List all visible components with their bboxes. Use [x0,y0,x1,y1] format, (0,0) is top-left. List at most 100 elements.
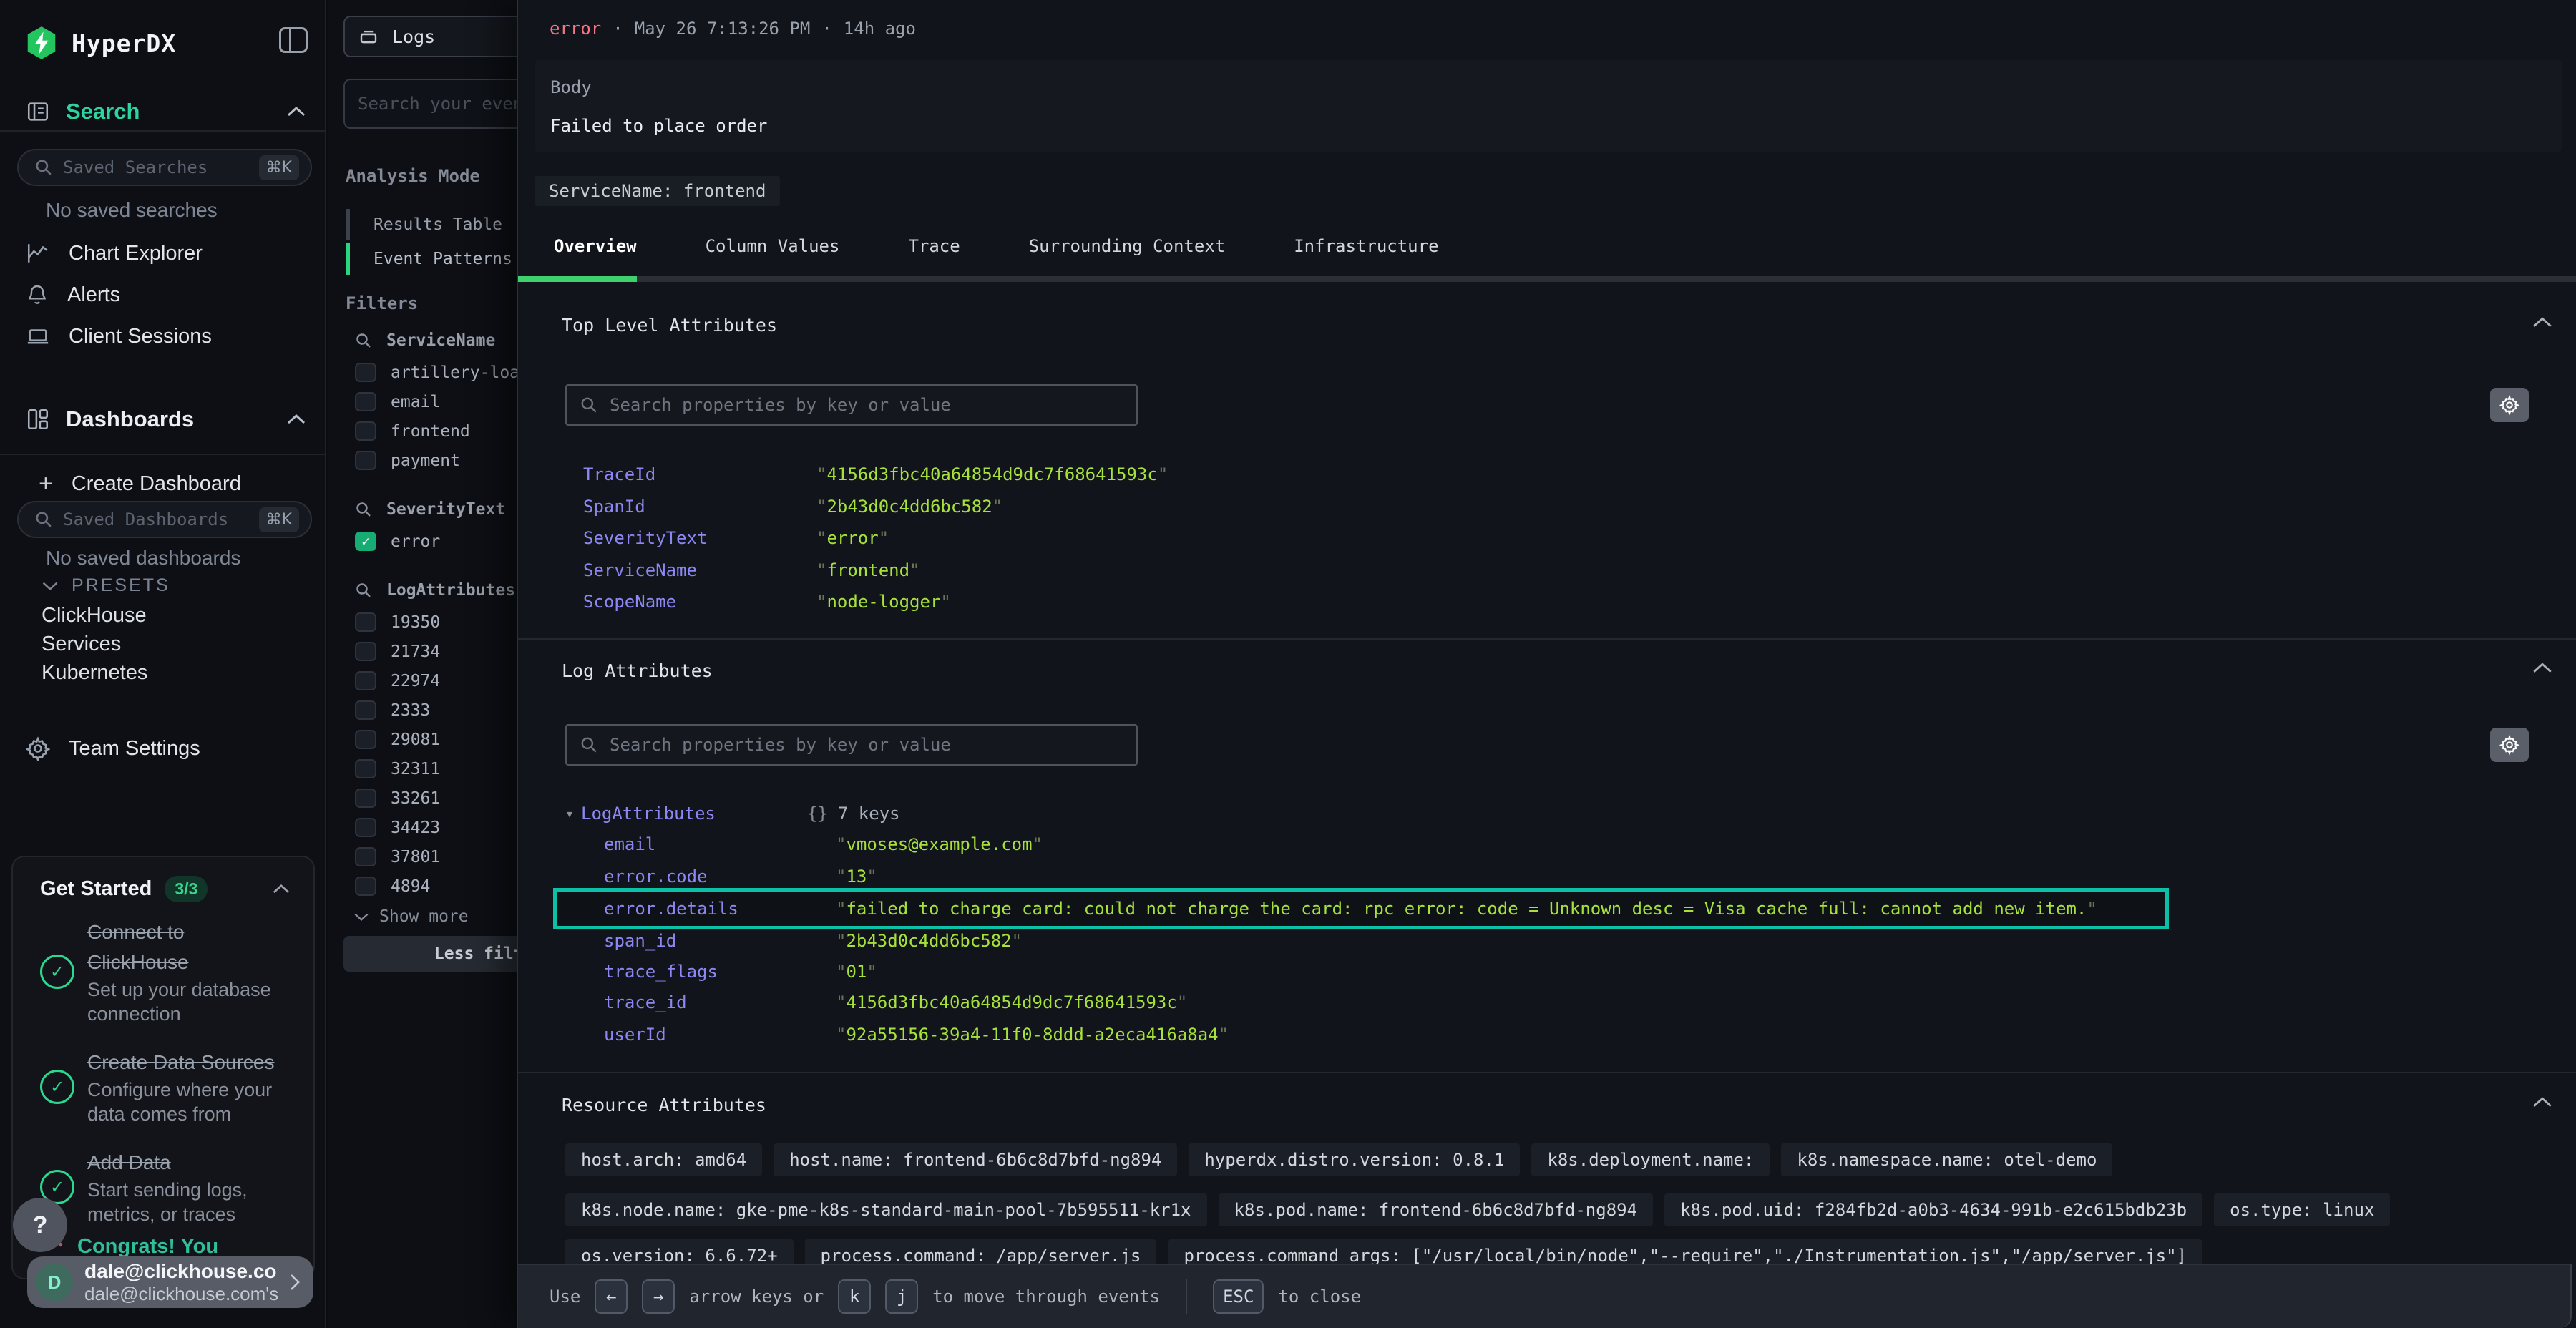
attribute-key[interactable]: error.code [604,866,836,887]
get-started-header[interactable]: Get Started 3/3 [40,876,291,902]
checkbox[interactable] [355,730,376,749]
attribute-row-trace-id[interactable]: trace_id4156d3fbc40a64854d9dc7f68641593c [604,987,1187,1018]
esc-key[interactable]: ESC [1213,1279,1264,1314]
filter-group-header[interactable]: LogAttributes [328,573,517,607]
attribute-row-error-details[interactable]: error.detailsfailed to charge card: coul… [553,888,2169,929]
log-attrs-search-input[interactable] [610,735,1123,755]
attribute-value[interactable]: 13 [836,866,877,887]
filter-option-error[interactable]: ✓error [328,527,517,556]
attribute-value[interactable]: 92a55156-39a4-11f0-8ddd-a2eca416a8a4 [836,1025,1229,1045]
resource-chip[interactable]: host.arch: amd64 [565,1143,762,1176]
attribute-value[interactable]: frontend [816,560,920,580]
attribute-key[interactable]: span_id [604,931,836,951]
checkbox[interactable] [355,363,376,382]
filter-group-header[interactable]: ServiceName [328,323,517,358]
attribute-row-span-id[interactable]: span_id2b43d0c4dd6bc582 [604,925,1022,957]
tab-trace[interactable]: Trace [908,236,960,256]
filter-option-22974[interactable]: 22974 [328,666,517,695]
preset-services[interactable]: Services [42,633,121,656]
attribute-row-spanid[interactable]: SpanId2b43d0c4dd6bc582 [583,491,1002,522]
resource-chip[interactable]: k8s.node.name: gke-pme-k8s-standard-main… [565,1193,1207,1226]
saved-searches-input[interactable] [63,157,249,177]
attribute-key[interactable]: ServiceName [583,560,816,580]
attribute-value[interactable]: node-logger [816,592,951,612]
log-attrs-settings-button[interactable] [2490,728,2529,762]
presets-toggle[interactable]: PRESETS [42,575,170,596]
sidebar-item-client-sessions[interactable]: Client Sessions [26,319,306,353]
resource-chip[interactable]: k8s.pod.name: frontend-6b6c8d7bfd-ng894 [1219,1193,1654,1226]
attribute-row-trace-flags[interactable]: trace_flags01 [604,956,877,987]
tab-column-values[interactable]: Column Values [706,236,840,256]
top-attrs-search-box[interactable] [565,384,1138,426]
resource-chip[interactable]: hyperdx.distro.version: 0.8.1 [1189,1143,1520,1176]
attribute-value[interactable]: 2b43d0c4dd6bc582 [836,931,1022,951]
event-search-input[interactable] [358,94,517,114]
sidebar-section-search[interactable]: Search [26,99,306,125]
tab-overview[interactable]: Overview [554,236,637,256]
attribute-key[interactable]: trace_flags [604,962,836,982]
analysis-mode-event-patterns[interactable]: Event Patterns [346,242,512,276]
user-menu[interactable]: D dale@clickhouse.com dale@clickhouse.co… [27,1256,313,1308]
filter-option-artillery-loa[interactable]: artillery-loa [328,358,517,387]
source-select[interactable]: Logs [343,16,517,57]
chevron-up-icon[interactable] [2532,316,2553,328]
saved-dashboards-input[interactable] [63,509,249,529]
attribute-value[interactable]: error [816,528,889,548]
saved-searches-pill[interactable]: ⌘K [17,149,312,186]
filter-option-2333[interactable]: 2333 [328,695,517,725]
resource-chip[interactable]: k8s.pod.uid: f284fb2d-a0b3-4634-991b-e2c… [1664,1193,2202,1226]
attribute-row-traceid[interactable]: TraceId4156d3fbc40a64854d9dc7f68641593c [583,459,1168,490]
sidebar-item-team-settings[interactable]: Team Settings [26,731,306,766]
top-attrs-search-input[interactable] [610,395,1123,415]
resource-chip[interactable]: os.type: linux [2214,1193,2390,1226]
filter-option-29081[interactable]: 29081 [328,725,517,754]
attribute-value[interactable]: 4156d3fbc40a64854d9dc7f68641593c [816,464,1168,484]
attribute-value[interactable]: 01 [836,962,877,982]
get-started-item[interactable]: ✓Create Data SourcesConfigure where your… [27,1048,306,1126]
sidebar-section-dashboards[interactable]: Dashboards [26,406,306,432]
sidebar-item-chart-explorer[interactable]: Chart Explorer [26,236,306,270]
sidebar-collapse-icon[interactable] [279,27,308,53]
checkbox[interactable] [355,818,376,837]
get-started-item[interactable]: ✓Connect toClickHouseSet up your databas… [27,917,306,1026]
analysis-mode-results-table[interactable]: Results Table [346,208,512,242]
log-attributes-tree-root[interactable]: ▾ LogAttributes {} 7 keys [565,798,900,829]
preset-kubernetes[interactable]: Kubernetes [42,661,147,685]
checkbox[interactable] [355,700,376,720]
attribute-value[interactable]: 4156d3fbc40a64854d9dc7f68641593c [836,992,1187,1012]
attribute-row-severitytext[interactable]: SeverityTexterror [583,522,889,554]
resource-chip[interactable]: host.name: frontend-6b6c8d7bfd-ng894 [774,1143,1177,1176]
log-attrs-search-box[interactable] [565,724,1138,766]
j-key[interactable]: j [885,1279,918,1314]
checkbox[interactable] [355,421,376,441]
k-key[interactable]: k [838,1279,871,1314]
attribute-row-userid[interactable]: userId92a55156-39a4-11f0-8ddd-a2eca416a8… [604,1019,1229,1050]
sidebar-item-alerts[interactable]: Alerts [26,278,306,312]
service-name-chip[interactable]: ServiceName: frontend [535,176,780,206]
attribute-key[interactable]: ScopeName [583,592,816,612]
attribute-value[interactable]: 2b43d0c4dd6bc582 [816,497,1002,517]
filter-option-frontend[interactable]: frontend [328,416,517,446]
get-started-item[interactable]: ✓Add DataStart sending logs,metrics, or … [27,1148,306,1226]
checkbox[interactable] [355,877,376,896]
checkbox[interactable] [355,451,376,470]
tab-infrastructure[interactable]: Infrastructure [1294,236,1438,256]
chevron-up-icon[interactable] [2532,662,2553,674]
attribute-key[interactable]: trace_id [604,992,836,1012]
checkbox[interactable] [355,759,376,778]
filter-group-header[interactable]: SeverityText [328,492,517,527]
preset-clickhouse[interactable]: ClickHouse [42,604,147,628]
attribute-row-scopename[interactable]: ScopeNamenode-logger [583,586,951,617]
filter-option-4894[interactable]: 4894 [328,872,517,901]
checkbox[interactable] [355,642,376,661]
attribute-key[interactable]: userId [604,1025,836,1045]
top-attrs-settings-button[interactable] [2490,388,2529,422]
attribute-key[interactable]: TraceId [583,464,816,484]
attribute-value[interactable]: vmoses@example.com [836,834,1043,854]
event-search-box[interactable] [343,79,517,129]
checkbox[interactable] [355,612,376,632]
create-dashboard-button[interactable]: + Create Dashboard [39,467,319,501]
attribute-key[interactable]: SpanId [583,497,816,517]
show-more-button[interactable]: Show more [328,901,517,932]
filter-option-34423[interactable]: 34423 [328,813,517,842]
